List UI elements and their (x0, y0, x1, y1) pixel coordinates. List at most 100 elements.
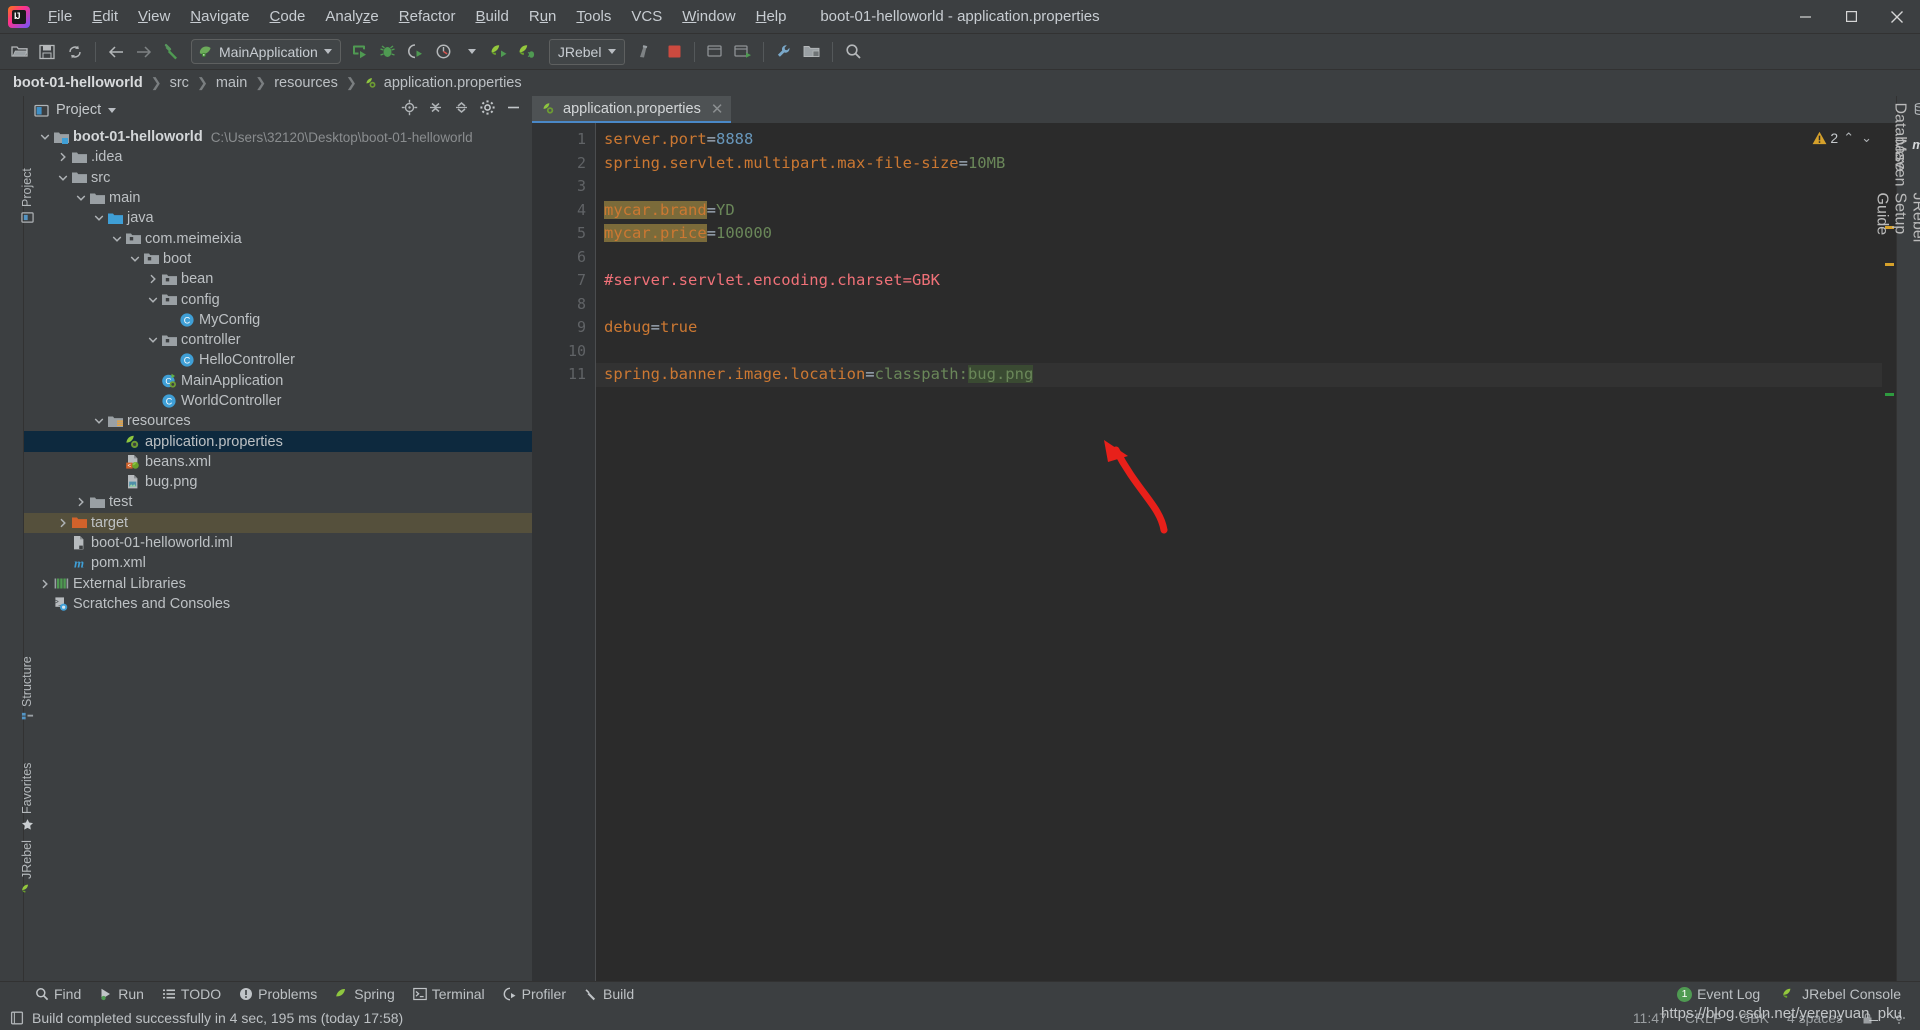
file-encoding[interactable]: GBK (1739, 1010, 1769, 1026)
menu-item-run[interactable]: Run (519, 4, 567, 29)
tree-item-application-properties[interactable]: application.properties (24, 431, 532, 452)
tree-item-hellocontroller[interactable]: C HelloController (24, 350, 532, 370)
run-icon[interactable] (347, 39, 373, 65)
menu-item-edit[interactable]: Edit (82, 4, 128, 29)
bottom-bar-right[interactable]: 1 Event Log JRebel Console (1668, 984, 1920, 1004)
project-panel-actions[interactable] (401, 99, 526, 121)
chevron-down-icon[interactable] (92, 213, 106, 223)
menu-item-refactor[interactable]: Refactor (389, 4, 466, 29)
sidebar-item-maven[interactable]: m Maven (1891, 137, 1920, 187)
project-structure-icon[interactable] (799, 39, 825, 65)
bottom-item-terminal[interactable]: Terminal (404, 984, 494, 1004)
run-with-coverage-icon[interactable] (403, 39, 429, 65)
chevron-down-icon[interactable] (146, 335, 160, 345)
tree-item-resources[interactable]: resources (24, 411, 532, 431)
chevron-right-icon[interactable] (74, 497, 88, 507)
editor-tab-application-properties[interactable]: application.properties ✕ (532, 96, 732, 123)
code-line[interactable] (596, 175, 1896, 199)
bottom-tool-bar[interactable]: Find Run TODO Problems Spring Terminal P… (0, 981, 1920, 1006)
close-icon[interactable]: ✕ (711, 100, 724, 118)
chevron-down-icon-profiler[interactable] (459, 39, 485, 65)
bottom-item-event-log[interactable]: 1 Event Log (1668, 984, 1769, 1004)
tree-item-mainapplication[interactable]: C MainApplication (24, 371, 532, 391)
menu-item-tools[interactable]: Tools (566, 4, 621, 29)
error-stripe-marker-bar[interactable] (1882, 123, 1896, 981)
tree-item-main[interactable]: main (24, 188, 532, 208)
tree-item-boot-01-helloworld[interactable]: boot-01-helloworld C:\Users\32120\Desktop… (24, 127, 532, 147)
jrebel-selector[interactable]: JRebel (548, 38, 626, 65)
bottom-item-run[interactable]: Run (90, 984, 153, 1004)
sync-icon[interactable] (62, 39, 88, 65)
tree-item-worldcontroller[interactable]: C WorldController (24, 391, 532, 411)
chevron-down-icon[interactable] (146, 295, 160, 305)
bottom-item-todo[interactable]: TODO (153, 984, 230, 1004)
sidebar-item-project[interactable]: Project (20, 168, 34, 224)
code-line[interactable]: mycar.price=100000 (596, 222, 1896, 246)
right-tool-rail[interactable]: Database m Maven JRebel Setup Guide (1874, 96, 1920, 981)
sidebar-item-jrebel[interactable]: JRebel (20, 840, 34, 896)
hide-icon[interactable] (505, 99, 522, 121)
status-bar-right[interactable]: 11:47 CRLF GBK 4 spaces (1633, 1010, 1910, 1026)
tree-item-boot[interactable]: boot (24, 249, 532, 269)
gear-icon[interactable] (1892, 1011, 1906, 1025)
search-everywhere-icon[interactable] (840, 39, 866, 65)
run-configuration-selector[interactable]: MainApplication (191, 39, 341, 64)
menu-item-file[interactable]: FFileile (38, 4, 82, 29)
maximize-button[interactable] (1828, 0, 1874, 33)
tree-item-boot-01-helloworld-iml[interactable]: boot-01-helloworld.iml (24, 533, 532, 553)
tree-item-beans-xml[interactable]: < beans.xml (24, 452, 532, 472)
breadcrumb-item-main[interactable]: main (213, 74, 250, 92)
chevron-down-icon[interactable] (56, 173, 70, 183)
chevron-down-icon[interactable] (608, 49, 617, 54)
code-line[interactable]: spring.servlet.multipart.max-file-size=1… (596, 152, 1896, 176)
chevron-down-icon[interactable] (108, 107, 117, 113)
code-line[interactable] (596, 246, 1896, 270)
line-separator[interactable]: CRLF (1685, 1010, 1722, 1026)
collapse-all-icon[interactable] (453, 99, 470, 121)
debug-icon[interactable] (375, 39, 401, 65)
tree-item-config[interactable]: config (24, 289, 532, 309)
menu-item-view[interactable]: View (128, 4, 180, 29)
hammer-icon[interactable] (159, 39, 185, 65)
bottom-item-find[interactable]: Find (26, 984, 90, 1004)
menu-item-code[interactable]: Code (260, 4, 316, 29)
bottom-item-problems[interactable]: Problems (230, 984, 326, 1004)
breadcrumb-item-resources[interactable]: resources (271, 74, 341, 92)
tree-item-myconfig[interactable]: C MyConfig (24, 310, 532, 330)
editor-tab-strip[interactable]: application.properties ✕ (532, 96, 1896, 123)
breadcrumb-item-project[interactable]: boot-01-helloworld (10, 74, 146, 92)
modified-stripe-marker[interactable] (1885, 393, 1894, 396)
tree-item-target[interactable]: target (24, 512, 532, 533)
chevron-right-icon[interactable] (38, 579, 52, 589)
stop-icon[interactable] (661, 39, 687, 65)
main-toolbar[interactable]: MainApplication JRebel (0, 34, 1920, 70)
code-editor[interactable]: 1 2 3 4 5 6 7 8 9 10 11 server.port=8888 spring.ser… (532, 123, 1896, 981)
tree-item-external-libraries[interactable]: External Libraries (24, 574, 532, 594)
profiler-icon[interactable] (431, 39, 457, 65)
code-line[interactable] (596, 340, 1896, 364)
tree-item-test[interactable]: test (24, 492, 532, 512)
project-tree[interactable]: boot-01-helloworld C:\Users\32120\Desktop… (24, 124, 532, 981)
lock-icon[interactable] (1861, 1012, 1874, 1025)
locate-icon[interactable] (401, 99, 418, 121)
wrench-icon[interactable] (771, 39, 797, 65)
left-tool-rail[interactable]: Project Structure Favorites JRebel (0, 96, 34, 981)
bottom-item-build[interactable]: Build (575, 984, 643, 1004)
menu-item-build[interactable]: Build (465, 4, 518, 29)
menu-item-help[interactable]: Help (746, 4, 797, 29)
menu-item-vcs[interactable]: VCS (621, 4, 672, 29)
code-line[interactable]: debug=true (596, 316, 1896, 340)
chevron-right-icon[interactable] (56, 152, 70, 162)
code-content[interactable]: server.port=8888 spring.servlet.multipart… (596, 123, 1896, 981)
close-button[interactable] (1874, 0, 1920, 33)
rerun-app-icon[interactable] (730, 39, 756, 65)
code-line[interactable]: #server.servlet.encoding.charset=GBK (596, 269, 1896, 293)
jrebel-debug-icon[interactable] (515, 39, 541, 65)
open-folder-icon[interactable] (6, 39, 32, 65)
inspection-status[interactable]: 2 ⌃ ⌄ (1812, 130, 1874, 146)
minimize-button[interactable] (1782, 0, 1828, 33)
chevron-down-icon[interactable] (92, 416, 106, 426)
warning-stripe-marker[interactable] (1885, 263, 1894, 266)
breadcrumb[interactable]: boot-01-helloworld ❯ src ❯ main ❯ resour… (0, 70, 1920, 96)
code-line[interactable]: mycar.brand=YD (596, 199, 1896, 223)
